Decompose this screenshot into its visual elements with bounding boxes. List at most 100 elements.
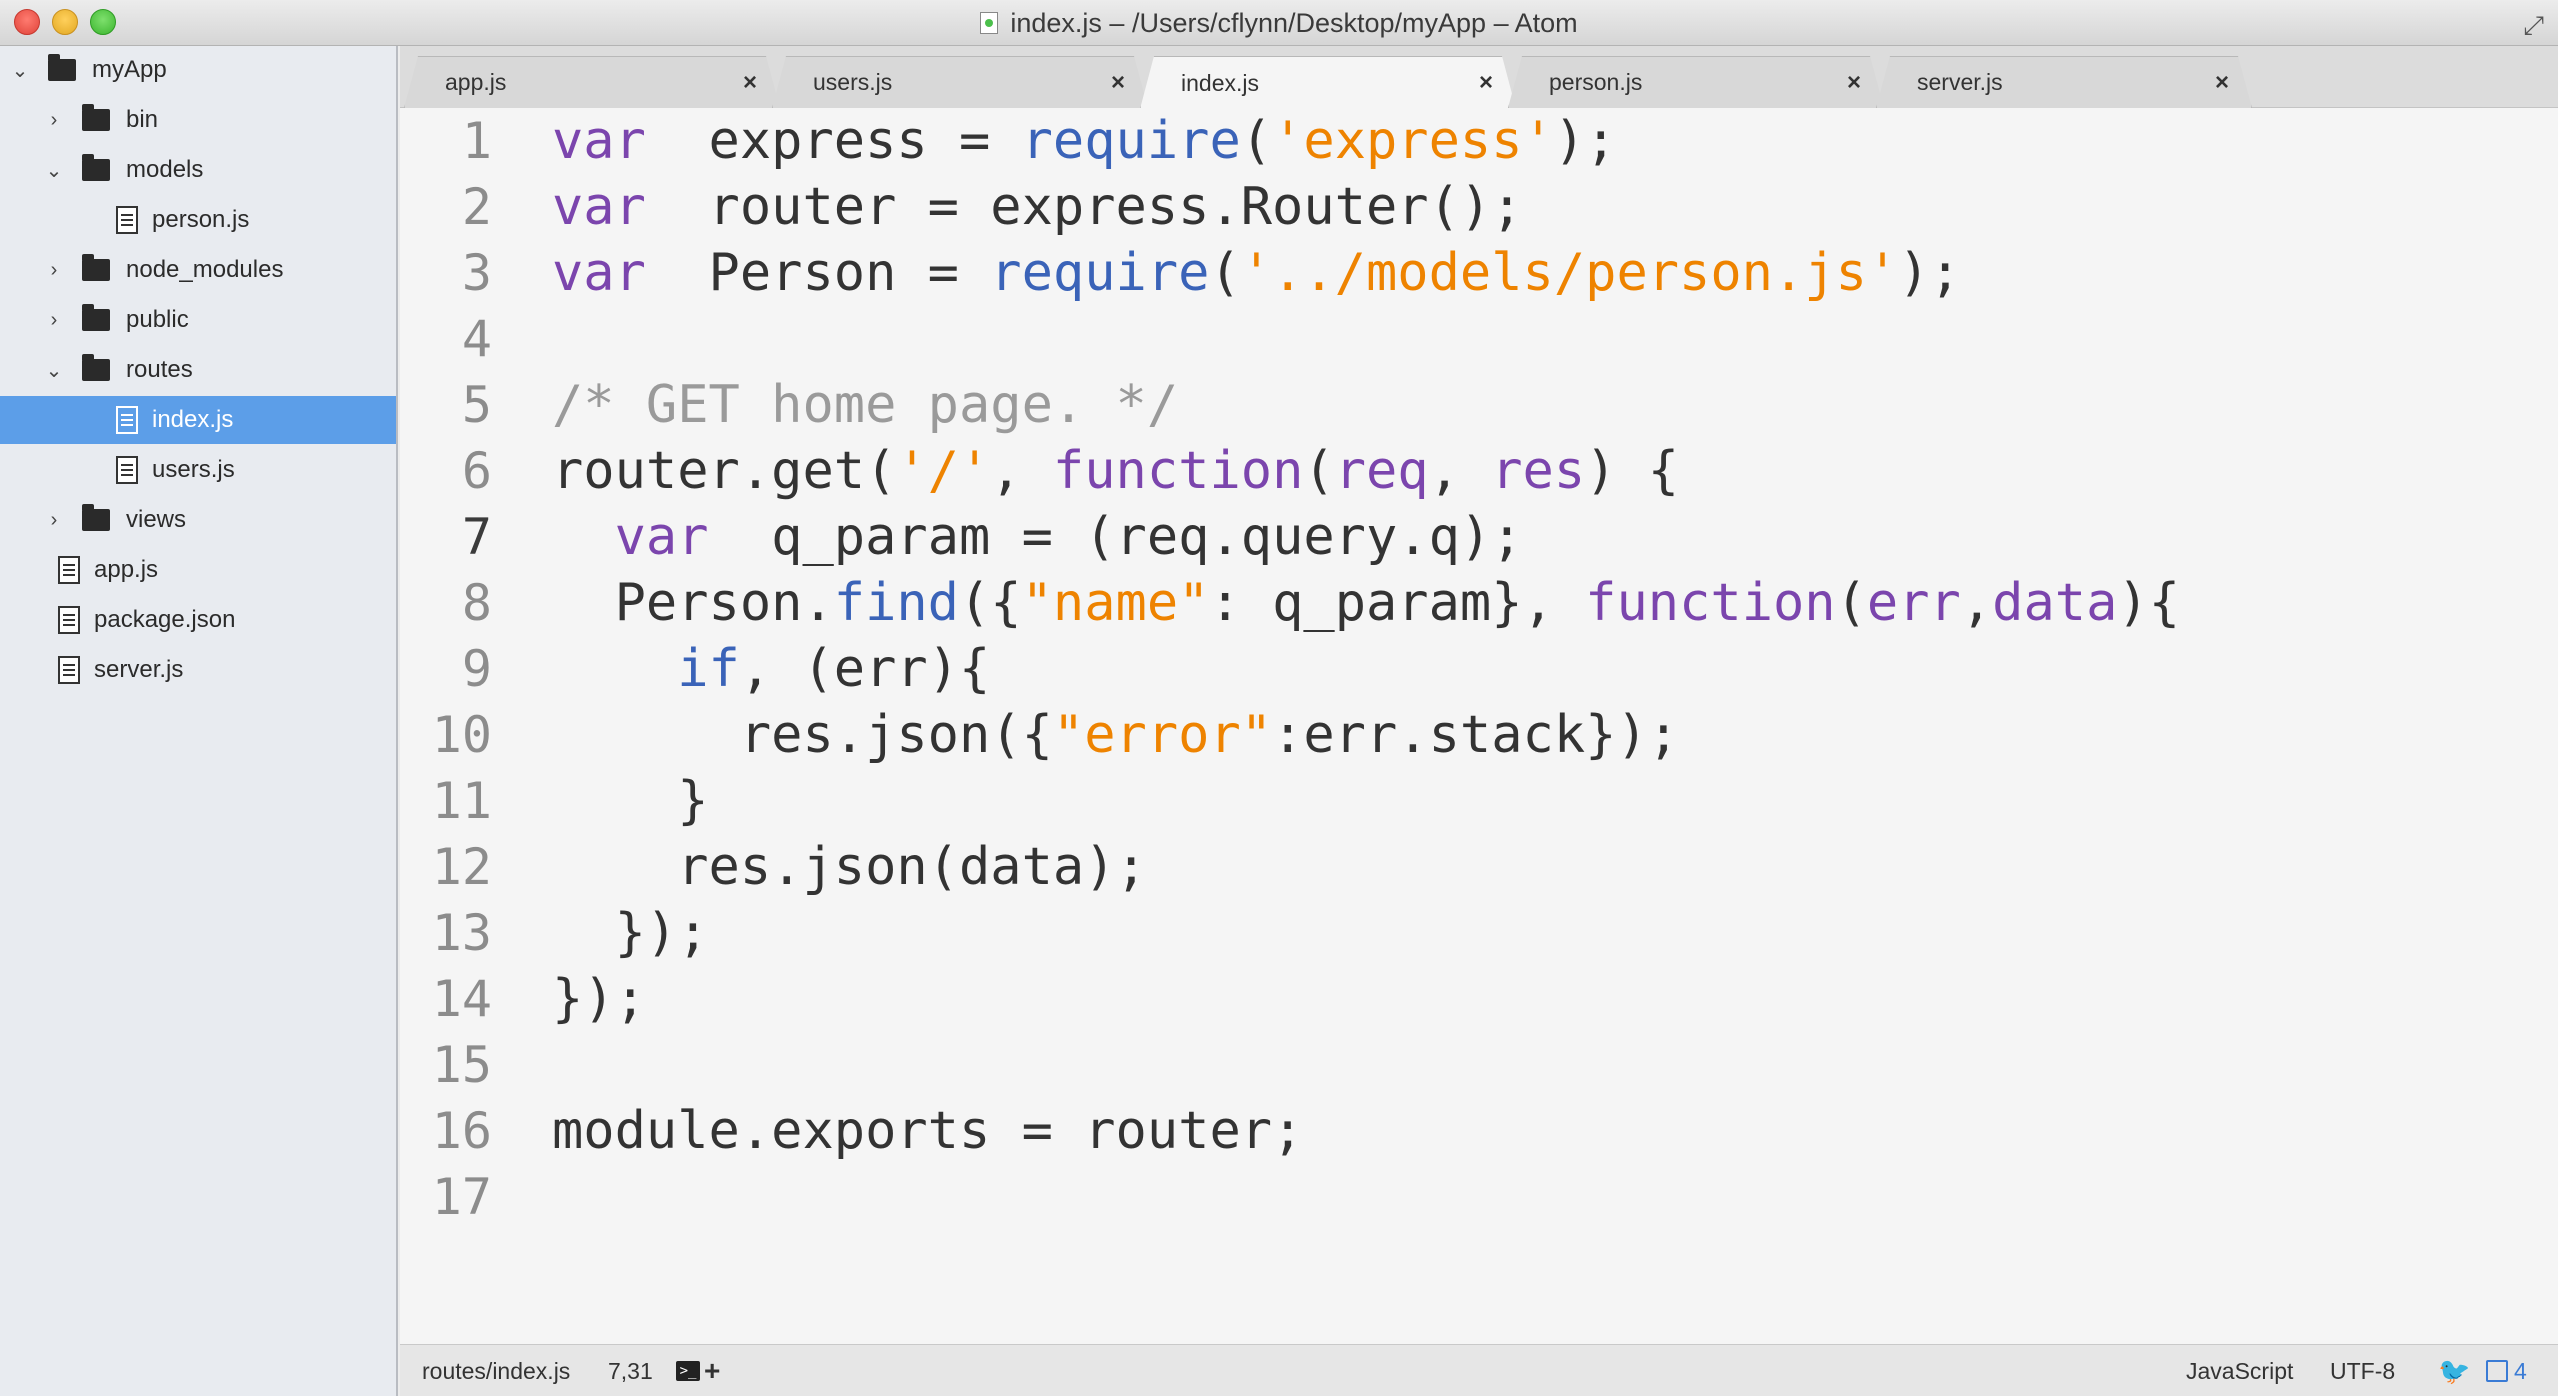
chevron-right-icon[interactable]: › — [44, 309, 64, 332]
code-token: :err.stack}); — [1272, 705, 1680, 765]
tab-label: server.js — [1917, 69, 2003, 95]
tab-users-js[interactable]: users.js × — [772, 56, 1148, 108]
status-encoding[interactable]: UTF-8 — [2330, 1345, 2395, 1396]
line-number: 1 — [461, 112, 492, 170]
tree-item-label: models — [126, 156, 204, 183]
line-number-gutter: 1 2 3 4 5 6 7 8 9 10 11 12 13 14 15 16 17 — [400, 108, 500, 1344]
chevron-right-icon[interactable]: › — [44, 109, 64, 132]
tab-label: users.js — [813, 69, 893, 95]
code-token: req — [1334, 441, 1429, 501]
close-icon[interactable]: × — [743, 69, 757, 97]
code-line[interactable]: var express = require('express'); — [552, 108, 1616, 174]
tab-app-js[interactable]: app.js × — [404, 56, 780, 108]
bird-icon: 🐦 — [2438, 1355, 2471, 1386]
tree-folder-models[interactable]: ⌄ models — [0, 146, 396, 194]
code-token: ) { — [1585, 441, 1680, 501]
folder-icon — [82, 104, 110, 131]
line-number: 6 — [461, 442, 492, 500]
editor[interactable]: 1 2 3 4 5 6 7 8 9 10 11 12 13 14 15 16 17 var express = … — [400, 108, 2558, 1344]
close-icon[interactable]: × — [1479, 69, 1493, 97]
code-token: }); — [552, 969, 646, 1029]
tree-file-package-json[interactable]: package.json — [0, 596, 396, 644]
close-icon[interactable]: × — [1847, 69, 1861, 97]
code-token: var — [552, 243, 646, 303]
code-line[interactable]: module.exports = router; — [552, 1098, 1303, 1164]
close-icon[interactable]: × — [2215, 69, 2229, 97]
fullscreen-icon[interactable]: ⤢ — [2523, 10, 2544, 42]
line-number: 7 — [461, 508, 492, 566]
package-updates[interactable]: 4 — [2486, 1345, 2527, 1396]
window-title-container: index.js – /Users/cflynn/Desktop/myApp –… — [0, 0, 2558, 46]
tree-item-label: bin — [126, 106, 159, 133]
file-icon — [58, 606, 80, 634]
tree-folder-routes[interactable]: ⌄ routes — [0, 346, 396, 394]
code-token: router = express.Router(); — [645, 177, 1523, 237]
code-token: "error" — [1052, 705, 1273, 765]
tree-item-label: person.js — [152, 206, 250, 233]
code-line[interactable]: res.json({"error":err.stack}); — [552, 702, 1679, 768]
chevron-down-icon[interactable]: ⌄ — [44, 158, 64, 183]
code-token: function — [1585, 573, 1836, 633]
tree-file-server-js[interactable]: server.js — [0, 646, 396, 694]
folder-icon — [82, 154, 110, 181]
chevron-right-icon[interactable]: › — [44, 509, 64, 532]
code-token: module.exports = router; — [552, 1101, 1304, 1161]
code-line[interactable]: var router = express.Router(); — [552, 174, 1523, 240]
tree-file-index-js[interactable]: index.js — [0, 396, 396, 444]
status-file-path[interactable]: routes/index.js — [422, 1345, 570, 1396]
code-token: ); — [1553, 111, 1617, 171]
tree-folder-myapp[interactable]: ⌄ myApp — [0, 46, 396, 94]
tree-file-person-js[interactable]: person.js — [0, 196, 396, 244]
code-token: ( — [1240, 111, 1273, 171]
code-token: var — [552, 111, 646, 171]
code-line[interactable]: }); — [552, 900, 709, 966]
tree-folder-views[interactable]: › views — [0, 496, 396, 544]
tree-item-label: users.js — [152, 456, 235, 483]
code-token: require — [1021, 111, 1241, 171]
tree-folder-bin[interactable]: › bin — [0, 96, 396, 144]
plus-icon: + — [704, 1355, 721, 1386]
close-icon[interactable]: × — [1111, 69, 1125, 97]
code-line[interactable]: router.get('/', function(req, res) { — [552, 438, 1679, 504]
status-grammar[interactable]: JavaScript — [2186, 1345, 2293, 1396]
code-token: ){ — [2117, 573, 2181, 633]
code-line[interactable]: } — [552, 768, 709, 834]
feedback-bird-icon[interactable]: 🐦 — [2438, 1345, 2470, 1396]
tree-item-label: myApp — [92, 56, 167, 83]
code-token: ( — [1209, 243, 1241, 303]
tree-item-label: package.json — [94, 606, 236, 633]
tree-file-users-js[interactable]: users.js — [0, 446, 396, 494]
chevron-right-icon[interactable]: › — [44, 259, 64, 282]
code-line[interactable]: }); — [552, 966, 646, 1032]
tree-item-label: node_modules — [126, 256, 284, 283]
code-token: express = — [645, 111, 1022, 171]
tab-server-js[interactable]: server.js × — [1876, 56, 2252, 108]
code-line[interactable]: var q_param = (req.query.q); — [552, 504, 1523, 570]
code-token: var — [614, 507, 709, 567]
tree-item-label: routes — [126, 356, 193, 383]
status-cursor-position[interactable]: 7,31 — [608, 1345, 653, 1396]
code-line[interactable]: if, (err){ — [552, 636, 990, 702]
tab-index-js[interactable]: index.js × — [1140, 56, 1516, 109]
code-token: } — [552, 771, 709, 831]
tree-item-label: views — [126, 506, 187, 533]
file-icon — [116, 456, 138, 484]
code-line[interactable]: /* GET home page. */ — [552, 372, 1178, 438]
code-token: find — [833, 573, 959, 633]
tab-label: index.js — [1181, 69, 1259, 96]
terminal-toggle[interactable]: >_ + — [676, 1345, 720, 1396]
file-icon — [58, 656, 80, 684]
tree-folder-node-modules[interactable]: › node_modules — [0, 246, 396, 294]
chevron-down-icon[interactable]: ⌄ — [10, 58, 30, 83]
tree-file-app-js[interactable]: app.js — [0, 546, 396, 594]
code-line[interactable]: var Person = require('../models/person.j… — [552, 240, 1961, 306]
tree-folder-public[interactable]: › public — [0, 296, 396, 344]
code-line[interactable]: Person.find({"name": q_param}, function(… — [552, 570, 2180, 636]
code-line[interactable]: res.json(data); — [552, 834, 1147, 900]
code-token: ( — [1303, 441, 1335, 501]
tree-view: ⌄ myApp › bin ⌄ models person.js › node_modules ›… — [0, 46, 398, 1396]
tab-person-js[interactable]: person.js × — [1508, 56, 1884, 108]
code-token: ); — [1898, 243, 1961, 303]
chevron-down-icon[interactable]: ⌄ — [44, 358, 64, 383]
line-number: 2 — [461, 178, 492, 236]
